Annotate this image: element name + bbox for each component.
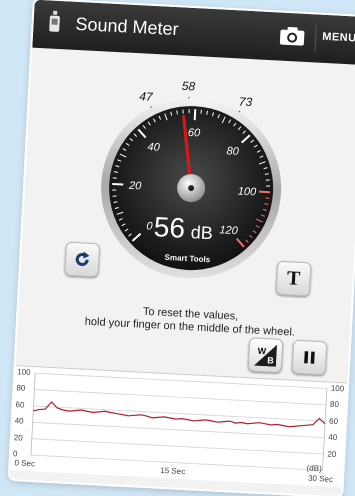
y-left-label: 20 [13,432,23,443]
gauge-tick-label: 80 [226,145,240,158]
x-label-end: 30 Sec [307,473,334,484]
y-left-label: 40 [14,416,24,426]
y-right-label: 40 [328,432,338,443]
y-right-label: 100 [330,383,345,394]
svg-text:W: W [257,346,267,356]
current-db-unit: dB [190,222,213,243]
app-title: Sound Meter [75,13,180,40]
gauge-tick-label: 60 [188,127,202,140]
current-db-value: 56 [153,211,186,244]
gauge-tick [112,195,117,197]
theme-button[interactable]: T [275,260,312,297]
gauge-tick [112,177,117,179]
x-label-mid: 15 Sec [160,465,186,477]
y-left-label: 0 [12,449,18,459]
header-divider [314,24,317,53]
phone-screen: Sound Meter MENU 0 20 40 60 80 100 120 4… [9,0,355,496]
y-left-label: 100 [17,367,31,377]
gauge-tick-label: 40 [147,141,161,154]
gauge-tick [258,190,271,194]
svg-text:B: B [267,355,275,365]
graph-gridline [31,438,324,455]
t-icon: T [286,266,301,290]
sound-meter-app-icon [49,10,60,32]
min-db-label: 47 [139,89,154,104]
pause-button[interactable] [291,339,328,376]
weighting-button[interactable]: W B [247,337,284,374]
gauge-tick-label: 20 [128,180,143,193]
gauge-tick-label: 100 [238,186,258,199]
gauge-tick [193,109,197,121]
gauge-tick [182,109,184,114]
y-left-label: 60 [15,399,25,410]
y-left-label: 80 [16,383,26,394]
weighting-icon: W B [253,344,278,367]
refresh-icon [75,251,90,266]
reset-button[interactable] [64,241,101,278]
gauge-tick [265,197,270,199]
graph-unit: (dB) [306,463,322,474]
gauge-tick [265,179,270,181]
gauge-tick [266,185,271,187]
history-graph: 100 80 60 40 20 0 100 80 60 40 20 0 Sec 15 Sec 30… [10,365,348,488]
graph-gridline [35,372,327,389]
y-right-label: 60 [328,416,339,426]
pause-icon [304,351,315,364]
avg-db-label: 58 [181,79,195,94]
gauge-tick [200,109,202,114]
x-label-start: 0 Sec [14,458,36,469]
gauge-tick-label: 120 [219,224,239,237]
graph-gridline [34,389,327,406]
y-right-label: 20 [327,449,337,459]
gauge-tick [188,109,190,114]
y-right-label: 80 [329,400,340,410]
max-db-label: 73 [239,94,253,109]
camera-icon[interactable] [279,25,306,46]
gauge-tick [112,182,124,186]
gauge-tick [112,189,117,191]
menu-button[interactable]: MENU [322,31,355,45]
